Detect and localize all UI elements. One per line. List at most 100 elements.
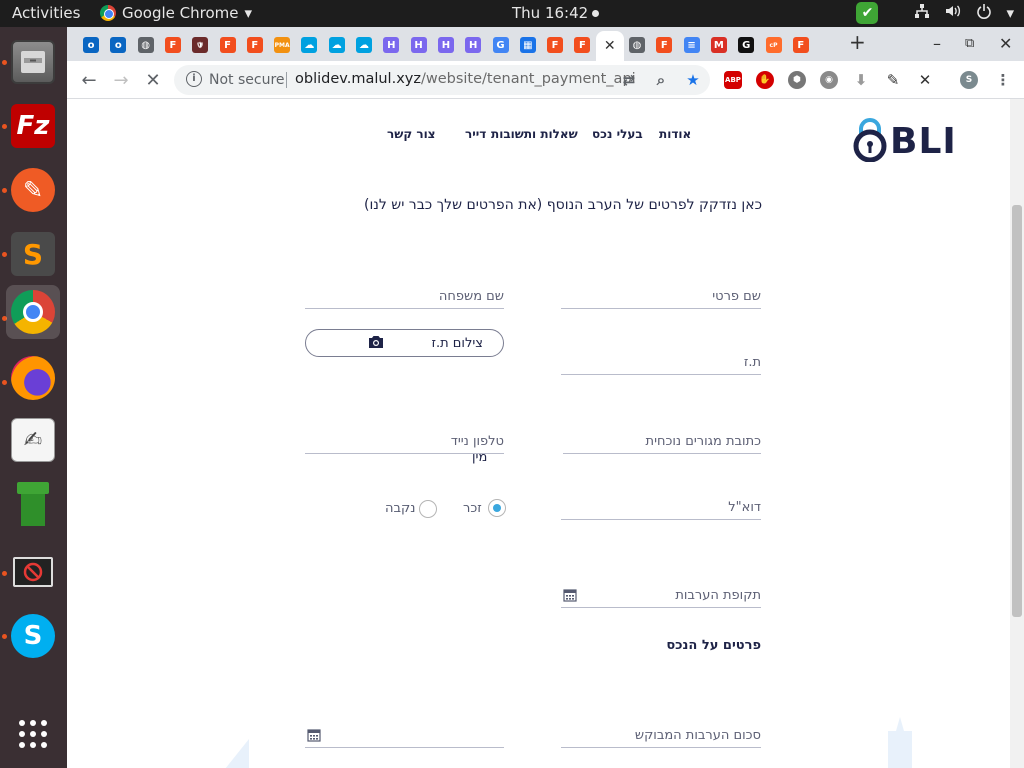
tab[interactable]: o (77, 33, 105, 57)
tab[interactable]: H (432, 33, 460, 57)
tab[interactable]: H (405, 33, 433, 57)
dock-item-text-editor[interactable]: ✍ (6, 413, 60, 467)
power-icon[interactable] (976, 3, 992, 23)
current-address-field[interactable] (563, 430, 761, 454)
more-menu-icon[interactable]: ⋮ (994, 71, 1012, 89)
dock-item-postman[interactable]: ✎ (6, 163, 60, 217)
dock-item-files[interactable] (6, 35, 60, 89)
clock[interactable]: Thu 16:42 (512, 4, 600, 22)
info-icon[interactable]: i (186, 71, 202, 87)
tab[interactable]: 🛡 (186, 33, 214, 57)
tools-extension-icon[interactable]: ✕ (916, 71, 934, 89)
volume-icon[interactable] (944, 3, 962, 23)
current-address-input[interactable] (563, 430, 761, 453)
first-name-input[interactable] (561, 285, 761, 308)
tab[interactable]: F (241, 33, 269, 57)
nav-link-about[interactable]: אודות (659, 127, 691, 141)
first-name-field[interactable] (561, 285, 761, 309)
show-applications-button[interactable] (6, 707, 60, 761)
tab[interactable]: F (787, 33, 815, 57)
tab[interactable]: F (650, 33, 678, 57)
tab-active[interactable]: ✕ (595, 31, 624, 61)
profile-avatar[interactable]: S (960, 71, 978, 89)
dock-item-sublime-text[interactable]: S (6, 227, 60, 281)
tab[interactable]: G (487, 33, 515, 57)
page-scrollbar[interactable] (1010, 99, 1024, 768)
network-icon[interactable] (914, 3, 930, 23)
property-section-title: פרטים על הנכס (666, 638, 761, 653)
id-number-field[interactable] (561, 351, 761, 375)
id-photo-upload-button[interactable]: צילום ת.ז (305, 329, 504, 357)
forward-button[interactable]: → (109, 68, 133, 92)
date-input[interactable] (305, 724, 504, 747)
new-tab-button[interactable]: + (849, 30, 866, 54)
date-field[interactable] (305, 724, 504, 748)
restore-button[interactable]: ⧉ (965, 36, 974, 51)
translate-icon[interactable]: ⇄ (620, 71, 638, 89)
guarantee-period-input[interactable] (561, 584, 761, 607)
tab[interactable]: ▦ (514, 33, 542, 57)
dock-item-google-chrome[interactable] (6, 285, 60, 339)
dock-item-skype[interactable]: S (6, 609, 60, 663)
tab[interactable]: F (214, 33, 242, 57)
requested-amount-input[interactable] (561, 724, 761, 747)
nav-link-faq[interactable]: שאלות ותשובות (491, 127, 578, 141)
dock-item-blocked-app[interactable] (6, 545, 60, 599)
bookmark-star-icon[interactable]: ★ (684, 71, 702, 89)
gender-radio-male[interactable] (488, 499, 506, 517)
close-tab-icon[interactable]: ✕ (602, 38, 618, 54)
tab[interactable]: ☁ (295, 33, 323, 57)
tab[interactable]: H (377, 33, 405, 57)
tab[interactable]: M (705, 33, 733, 57)
url-text[interactable]: oblidev.malul.xyz/website/tenant_payment… (295, 71, 636, 87)
activities-button[interactable]: Activities (12, 4, 80, 22)
security-status[interactable]: Not secure (209, 72, 285, 88)
tab[interactable]: F (568, 33, 596, 57)
download-extension-icon[interactable]: ⬇ (852, 71, 870, 89)
chevron-down-icon[interactable]: ▾ (1006, 4, 1014, 22)
stop-loading-button[interactable]: ✕ (141, 68, 165, 92)
nav-link-owners[interactable]: בעלי נכס (592, 127, 643, 141)
tab[interactable]: ☁ (323, 33, 351, 57)
close-window-button[interactable]: ✕ (999, 34, 1012, 53)
adblock-plus-icon[interactable]: ABP (724, 71, 742, 89)
last-name-input[interactable] (305, 285, 504, 308)
tab[interactable]: cP (760, 33, 788, 57)
tab[interactable]: o (104, 33, 132, 57)
scrollbar-thumb[interactable] (1012, 205, 1022, 617)
guarantee-period-field[interactable] (561, 584, 761, 608)
dock-item-firefox[interactable] (6, 351, 60, 405)
eyedropper-icon[interactable]: ✎ (884, 71, 902, 89)
zoom-icon[interactable]: ⌕ (652, 71, 670, 89)
requested-amount-field[interactable] (561, 724, 761, 748)
tab[interactable]: H (459, 33, 487, 57)
nav-link-tenant[interactable]: דייר (465, 127, 486, 141)
tab[interactable]: ≡ (678, 33, 706, 57)
last-name-field[interactable] (305, 285, 504, 309)
update-check-icon[interactable]: ✔ (856, 2, 879, 24)
gender-radio-female[interactable] (419, 500, 437, 518)
tab[interactable]: ◍ (132, 33, 160, 57)
id-number-input[interactable] (561, 351, 761, 374)
tab[interactable]: F (541, 33, 569, 57)
tab[interactable]: PMA (268, 33, 296, 57)
dock-item-pipe-app[interactable] (6, 477, 60, 531)
tab[interactable]: ◍ (623, 33, 651, 57)
camera-extension-icon[interactable]: ◉ (820, 71, 838, 89)
app-menu[interactable]: Google Chrome ▾ (100, 4, 252, 22)
site-logo[interactable]: BLI (852, 102, 957, 162)
nav-link-contact[interactable]: צור קשר (387, 127, 436, 141)
tab[interactable]: ☁ (350, 33, 378, 57)
email-input[interactable] (561, 496, 761, 519)
calendar-icon[interactable] (563, 588, 577, 602)
tab[interactable]: F (159, 33, 187, 57)
back-button[interactable]: ← (77, 68, 101, 92)
minimize-button[interactable]: – (933, 34, 941, 53)
tab[interactable]: G (732, 33, 760, 57)
email-field[interactable] (561, 496, 761, 520)
system-tray[interactable]: ✔ ▾ (856, 2, 1014, 24)
hand-stop-icon[interactable]: ✋ (756, 71, 774, 89)
calendar-icon[interactable] (307, 728, 321, 742)
dock-item-filezilla[interactable]: Fz (6, 99, 60, 153)
cube-extension-icon[interactable]: ⬢ (788, 71, 806, 89)
